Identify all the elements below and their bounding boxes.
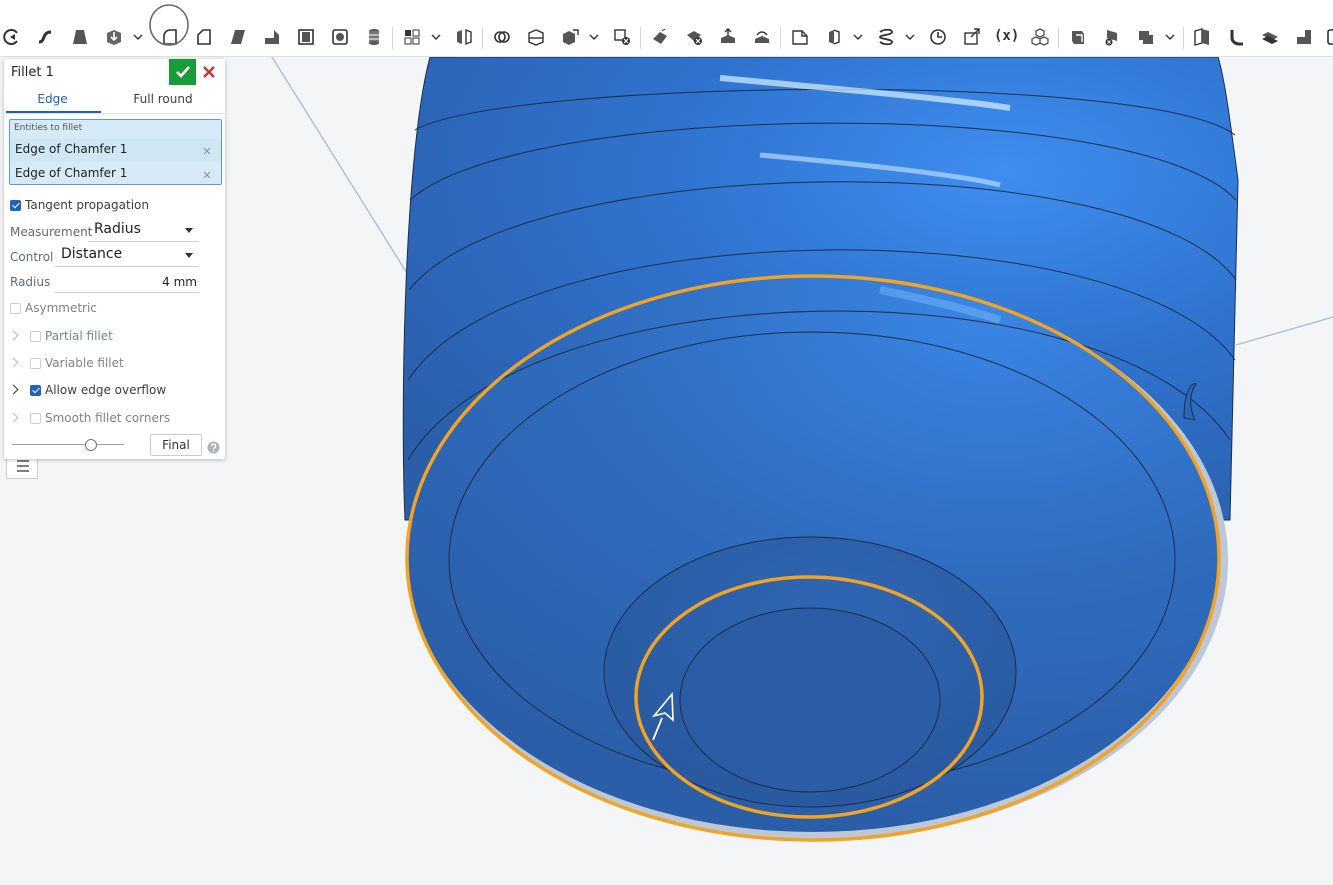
- feature-toolbar: (x): [0, 18, 1333, 57]
- rib-icon[interactable]: [262, 27, 282, 47]
- delete-face-icon[interactable]: [684, 27, 704, 47]
- smooth-fillet-corners-checkbox[interactable]: [30, 413, 41, 424]
- replace-face-icon[interactable]: [752, 27, 772, 47]
- toolbar-divider: [1183, 27, 1184, 49]
- boolean-icon[interactable]: [492, 27, 512, 47]
- allow-edge-overflow-checkbox[interactable]: [30, 385, 41, 396]
- toolbar-divider: [482, 27, 483, 49]
- asymmetric-label: Asymmetric: [25, 301, 97, 315]
- preview-slider-thumb[interactable]: [85, 439, 98, 451]
- tangent-propagation-label: Tangent propagation: [25, 198, 149, 212]
- toolbar-divider: [1058, 27, 1059, 49]
- extrude-icon[interactable]: [104, 27, 124, 47]
- helix-icon[interactable]: [876, 27, 896, 47]
- toolbar-divider: [640, 27, 641, 49]
- sheet-metal-icon[interactable]: [1068, 27, 1088, 47]
- variable-fillet-label: Variable fillet: [45, 356, 124, 370]
- highlight-circle: [149, 4, 189, 46]
- variable-icon[interactable]: (x): [994, 28, 1019, 44]
- entity-item[interactable]: Edge of Chamfer 1: [10, 139, 221, 162]
- modify-fillet-icon[interactable]: [650, 27, 670, 47]
- final-button[interactable]: Final: [150, 434, 202, 456]
- control-label: Control: [10, 250, 54, 264]
- corner-icon[interactable]: [1260, 27, 1280, 47]
- toolbar-divider: [780, 27, 781, 49]
- transform-icon[interactable]: [560, 27, 580, 47]
- chevron-right-icon[interactable]: [8, 357, 19, 368]
- mirror-icon[interactable]: [454, 27, 474, 47]
- radius-value: 4 mm: [162, 275, 197, 289]
- shell-icon[interactable]: [296, 27, 316, 47]
- chevron-right-icon[interactable]: [8, 330, 19, 341]
- tangent-propagation-checkbox[interactable]: [10, 200, 21, 211]
- part-body: [402, 56, 1239, 840]
- accept-button[interactable]: [169, 59, 196, 85]
- wrap-icon[interactable]: [824, 27, 844, 47]
- allow-edge-overflow-label: Allow edge overflow: [45, 383, 167, 397]
- plane-icon[interactable]: [790, 27, 810, 47]
- loft-icon[interactable]: [70, 27, 90, 47]
- measurement-label: Measurement: [10, 225, 93, 239]
- dialog-title: Fillet 1: [11, 65, 54, 80]
- toolbar-divider: [392, 27, 393, 49]
- tab-full-round[interactable]: Full round: [108, 92, 218, 106]
- transform-dropdown-icon[interactable]: [589, 31, 599, 43]
- thread-icon[interactable]: [364, 27, 384, 47]
- chevron-right-icon[interactable]: [8, 384, 19, 395]
- extrude-dropdown-icon[interactable]: [133, 31, 143, 43]
- partial-fillet-checkbox[interactable]: [30, 331, 41, 342]
- bend-icon[interactable]: [1192, 27, 1212, 47]
- chamfer-icon[interactable]: [194, 27, 214, 47]
- cancel-button[interactable]: [200, 64, 218, 80]
- measurement-dropdown[interactable]: Radius: [88, 219, 199, 242]
- checkmark-icon: [175, 66, 190, 78]
- smooth-fillet-corners-label: Smooth fillet corners: [45, 411, 171, 425]
- helix-dropdown-icon[interactable]: [905, 31, 915, 43]
- tab-dropdown-icon[interactable]: [1165, 31, 1175, 43]
- entity-item-label: Edge of Chamfer 1: [15, 142, 128, 156]
- question-icon[interactable]: [207, 441, 220, 454]
- clock-icon[interactable]: [928, 27, 948, 47]
- fillet-dialog: Fillet 1 Edge Full round Entities to fil…: [4, 59, 225, 459]
- entity-item[interactable]: Edge of Chamfer 1: [10, 163, 221, 184]
- active-tab-indicator: [6, 111, 101, 113]
- delete-part-icon[interactable]: [612, 27, 632, 47]
- variable-fillet-checkbox[interactable]: [30, 358, 41, 369]
- entity-item-label: Edge of Chamfer 1: [15, 166, 128, 180]
- wrap-dropdown-icon[interactable]: [853, 31, 863, 43]
- pattern-icon[interactable]: [402, 27, 422, 47]
- remove-icon[interactable]: [203, 147, 211, 155]
- caret-down-icon: [185, 253, 193, 258]
- hole-icon[interactable]: [330, 27, 350, 47]
- tab-edge[interactable]: Edge: [4, 92, 101, 106]
- unfold-icon[interactable]: [1294, 27, 1314, 47]
- tab-icon[interactable]: [1136, 27, 1156, 47]
- asymmetric-checkbox[interactable]: [10, 303, 21, 314]
- draft-icon[interactable]: [228, 27, 248, 47]
- control-value: Distance: [61, 246, 123, 262]
- partial-fillet-label: Partial fillet: [45, 329, 113, 343]
- radius-label: Radius: [10, 275, 51, 289]
- control-dropdown[interactable]: Distance: [55, 244, 199, 267]
- move-face-icon[interactable]: [718, 27, 738, 47]
- entities-label: Entities to fillet: [14, 123, 83, 133]
- entities-selection-box[interactable]: Entities to fillet Edge of Chamfer 1 Edg…: [9, 119, 222, 185]
- measurement-value: Radius: [94, 221, 141, 237]
- radius-input[interactable]: 4 mm: [55, 270, 199, 293]
- chevron-right-icon[interactable]: [8, 412, 19, 423]
- flange-icon[interactable]: [1102, 27, 1122, 47]
- close-icon: [203, 66, 215, 78]
- import-icon[interactable]: [962, 27, 982, 47]
- preview-slider-track[interactable]: [12, 444, 124, 445]
- derive-icon[interactable]: [1030, 27, 1050, 47]
- toolbar-top-strip: [0, 0, 1333, 18]
- form-icon[interactable]: [1226, 27, 1246, 47]
- frame-icon[interactable]: [1325, 27, 1333, 47]
- sweep-icon[interactable]: [36, 27, 56, 47]
- sketch-icon[interactable]: [2, 27, 22, 47]
- remove-icon[interactable]: [203, 171, 211, 179]
- pattern-dropdown-icon[interactable]: [431, 31, 441, 43]
- split-icon[interactable]: [526, 27, 546, 47]
- caret-down-icon: [185, 228, 193, 233]
